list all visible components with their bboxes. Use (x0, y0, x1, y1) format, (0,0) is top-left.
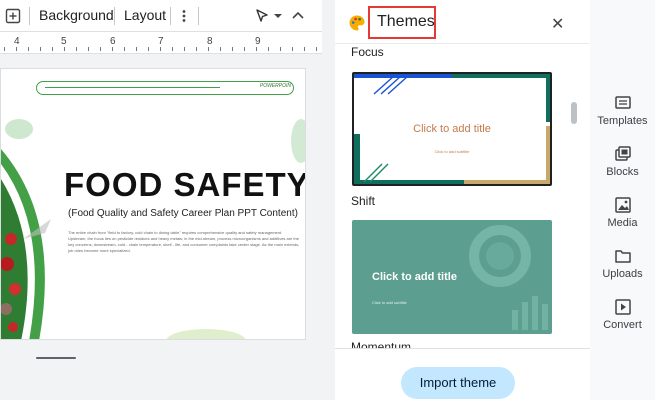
horizontal-ruler: 4 5 6 7 8 9 (0, 32, 322, 54)
slide-header-line (45, 87, 220, 88)
focus-thumb-title: Click to add title (413, 123, 491, 135)
filmstrip-scrollbar[interactable] (36, 357, 76, 359)
themes-panel-header: Themes ✕ (335, 0, 590, 44)
editor-toolbar: Background Layout (0, 0, 322, 32)
slide-decoration (1, 119, 305, 339)
ruler-tick (64, 47, 65, 51)
side-item-label: Blocks (606, 166, 639, 178)
more-vert-icon[interactable] (176, 8, 192, 24)
ruler-tick (244, 47, 245, 51)
background-button[interactable]: Background (39, 7, 114, 23)
side-item-label: Uploads (602, 268, 643, 280)
ruler-tick (196, 47, 197, 51)
side-item-uploads[interactable]: Uploads (590, 248, 655, 280)
ruler-tick (232, 47, 233, 51)
slide-header-text: POWERPOIN (259, 83, 291, 89)
ruler-tick (316, 47, 317, 51)
shift-thumb-subtitle: Click to add subtitle (372, 300, 407, 305)
ruler-tick (208, 47, 209, 51)
focus-thumb-subtitle: Click to add subtitle (434, 149, 470, 154)
theme-name-focus: Focus (351, 45, 384, 59)
side-item-convert[interactable]: Convert (590, 299, 655, 331)
palette-icon (349, 15, 365, 31)
ruler-tick (88, 47, 89, 51)
import-theme-button[interactable]: Import theme (401, 367, 515, 399)
media-icon (614, 197, 631, 213)
ruler-tick (40, 47, 41, 51)
ruler-tick (28, 47, 29, 51)
ruler-tick (4, 47, 5, 51)
toolbar-divider (198, 7, 199, 25)
ruler-tick (268, 47, 269, 51)
toolbar-divider (29, 7, 30, 25)
ruler-tick (100, 47, 101, 51)
side-item-label: Convert (603, 319, 642, 331)
slide-title[interactable]: FOOD SAFETY (64, 166, 305, 204)
templates-icon (614, 96, 631, 109)
toolbar-divider (170, 7, 171, 25)
ruler-tick (52, 47, 53, 51)
ruler-tick (16, 47, 17, 51)
convert-icon (614, 299, 631, 315)
ruler-tick (172, 47, 173, 51)
chevron-down-icon[interactable] (273, 8, 283, 24)
ruler-tick (124, 47, 125, 51)
theme-name-shift: Shift (351, 194, 376, 208)
ruler-number: 6 (110, 36, 116, 47)
ruler-number: 7 (158, 36, 164, 47)
themes-panel: Themes ✕ Focus Click to add title Click … (335, 0, 590, 400)
ruler-number: 9 (255, 36, 261, 47)
themes-scrollbar[interactable] (571, 102, 577, 124)
theme-name-momentum: Momentum (351, 340, 412, 348)
theme-thumbnail-focus[interactable]: Click to add title Click to add subtitle (352, 72, 552, 186)
slide-subtitle[interactable]: (Food Quality and Safety Career Plan PPT… (68, 208, 298, 219)
ruler-number: 4 (14, 36, 20, 47)
ruler-tick (280, 47, 281, 51)
folder-icon (614, 250, 631, 263)
side-item-blocks[interactable]: Blocks (590, 146, 655, 178)
side-item-templates[interactable]: Templates (590, 95, 655, 127)
ruler-tick (76, 47, 77, 51)
themes-panel-title: Themes (377, 13, 435, 30)
side-panel: Templates Blocks Media Uploads Convert (590, 0, 655, 400)
side-item-label: Media (607, 217, 638, 229)
ruler-tick (220, 47, 221, 51)
ruler-tick (112, 47, 113, 51)
side-item-media[interactable]: Media (590, 197, 655, 229)
ruler-tick (292, 47, 293, 51)
layout-button[interactable]: Layout (124, 7, 166, 23)
pointer-icon[interactable] (254, 8, 270, 24)
side-item-label: Templates (597, 115, 648, 127)
ruler-tick (148, 47, 149, 51)
shift-thumb-title: Click to add title (372, 271, 457, 283)
panel-divider (335, 348, 590, 349)
ruler-number: 8 (207, 36, 213, 47)
toolbar-divider (114, 7, 115, 25)
ruler-tick (256, 47, 257, 51)
ruler-tick (304, 47, 305, 51)
slide-body-text[interactable]: The entire chain from "field to factory,… (68, 230, 300, 254)
ruler-number: 5 (61, 36, 67, 47)
theme-thumbnail-shift[interactable]: Click to add title Click to add subtitle (352, 220, 552, 334)
slide[interactable]: POWERPOIN FOOD SAFETY (Food Quality and … (0, 68, 306, 340)
ruler-tick (160, 47, 161, 51)
ruler-tick (184, 47, 185, 51)
chevron-up-icon[interactable] (290, 8, 306, 24)
add-slide-icon[interactable] (5, 8, 21, 24)
blocks-icon (614, 146, 631, 161)
ruler-tick (136, 47, 137, 51)
close-icon[interactable]: ✕ (551, 14, 564, 34)
slide-header-bar (36, 81, 294, 95)
